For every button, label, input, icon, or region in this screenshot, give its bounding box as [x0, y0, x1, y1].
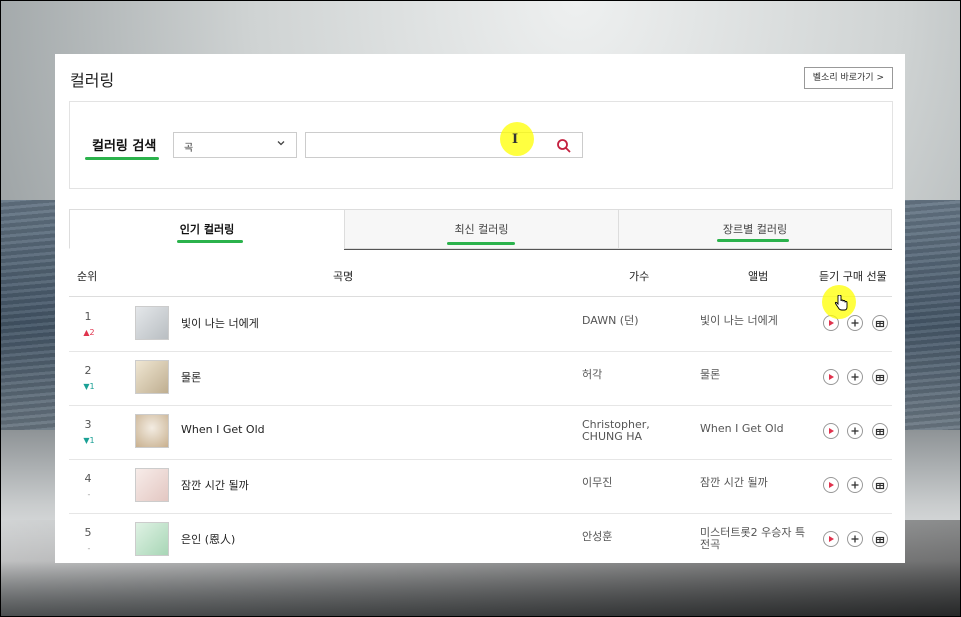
gift-button[interactable]: [872, 315, 888, 331]
chevron-down-icon: [277, 141, 285, 146]
col-actions: 듣기 구매 선물: [819, 270, 887, 283]
buy-button[interactable]: [847, 531, 863, 547]
song-title[interactable]: 물론: [181, 369, 201, 385]
gift-icon: [875, 428, 885, 436]
ringtone-shortcut-button[interactable]: 벨소리 바로가기 >: [803, 67, 893, 89]
table-header: 순위 곡명 가수 앨범 듣기 구매 선물: [69, 258, 892, 297]
artist-name[interactable]: 허각: [582, 369, 692, 381]
text-cursor-icon: I: [512, 132, 519, 147]
play-button[interactable]: [823, 369, 839, 385]
song-title[interactable]: 빛이 나는 너에게: [181, 315, 259, 331]
search-icon[interactable]: [556, 138, 572, 154]
table-row: 3 ▼1 When I Get Old Christopher, CHUNG H…: [69, 405, 892, 460]
album-name[interactable]: When I Get Old: [700, 423, 810, 435]
buy-button[interactable]: [847, 423, 863, 439]
gift-button[interactable]: [872, 477, 888, 493]
col-song: 곡명: [333, 270, 354, 283]
tab-latest-label: 최신 컬러링: [454, 223, 509, 236]
tab-divider: [344, 249, 892, 250]
buy-button[interactable]: [847, 477, 863, 493]
rank: 2: [84, 364, 92, 377]
play-button[interactable]: [823, 423, 839, 439]
col-artist: 가수: [629, 270, 650, 283]
tab-popular-label: 인기 컬러링: [179, 223, 235, 236]
hand-pointer-icon: [834, 295, 848, 311]
album-thumbnail[interactable]: [135, 522, 169, 556]
song-title[interactable]: 은인 (恩人): [181, 531, 235, 547]
rank-change: -: [87, 490, 91, 499]
gift-icon: [875, 320, 885, 328]
tab-bar: 인기 컬러링 최신 컬러링 장르별 컬러링: [69, 209, 892, 251]
coloring-panel: 컬러링 벨소리 바로가기 > 컬러링 검색 곡 인기 컬러링 최신 컬러링 장르…: [55, 54, 905, 563]
play-icon: [829, 374, 834, 380]
album-name[interactable]: 빛이 나는 너에게: [700, 315, 810, 327]
rank: 3: [84, 418, 92, 431]
rank-change: ▲2: [83, 328, 95, 337]
artist-name[interactable]: 안성훈: [582, 531, 692, 543]
gift-icon: [875, 374, 885, 382]
tab-genre-label: 장르별 컬러링: [722, 223, 788, 236]
highlight-underline: [177, 240, 243, 243]
play-icon: [829, 320, 834, 326]
gift-button[interactable]: [872, 423, 888, 439]
play-button[interactable]: [823, 477, 839, 493]
search-type-value: 곡: [184, 143, 194, 154]
artist-name[interactable]: DAWN (던): [582, 315, 692, 327]
rank: 5: [84, 526, 92, 539]
tab-popular[interactable]: 인기 컬러링: [69, 209, 345, 249]
search-input[interactable]: [305, 132, 583, 158]
album-thumbnail[interactable]: [135, 468, 169, 502]
gift-button[interactable]: [872, 369, 888, 385]
buy-button[interactable]: [847, 315, 863, 331]
col-album: 앨범: [748, 270, 769, 283]
play-icon: [829, 536, 834, 542]
play-icon: [829, 482, 834, 488]
plus-icon: [851, 427, 859, 435]
table-row: 5 - 은인 (恩人) 안성훈 미스터트롯2 우승자 특전곡: [69, 513, 892, 563]
highlight-underline: [85, 157, 159, 160]
table-row: 4 - 잠깐 시간 될까 이무진 잠깐 시간 될까: [69, 459, 892, 514]
album-name[interactable]: 물론: [700, 369, 810, 381]
search-area: 컬러링 검색 곡: [69, 101, 893, 189]
album-thumbnail[interactable]: [135, 306, 169, 340]
plus-icon: [851, 319, 859, 327]
col-rank: 순위: [77, 270, 98, 283]
page-title: 컬러링: [70, 71, 115, 90]
rank: 4: [84, 472, 92, 485]
plus-icon: [851, 535, 859, 543]
play-icon: [829, 428, 834, 434]
rank-change: ▼1: [83, 382, 95, 391]
search-type-select[interactable]: 곡: [173, 132, 297, 158]
artist-name[interactable]: Christopher, CHUNG HA: [582, 419, 692, 443]
artist-name[interactable]: 이무진: [582, 477, 692, 489]
gift-button[interactable]: [872, 531, 888, 547]
play-button[interactable]: [823, 531, 839, 547]
rank-change: ▼1: [83, 436, 95, 445]
tab-genre[interactable]: 장르별 컬러링: [618, 209, 892, 249]
table-row: 2 ▼1 물론 허각 물론: [69, 351, 892, 406]
plus-icon: [851, 373, 859, 381]
buy-button[interactable]: [847, 369, 863, 385]
album-thumbnail[interactable]: [135, 360, 169, 394]
gift-icon: [875, 536, 885, 544]
rank: 1: [84, 310, 92, 323]
table-row: 1 ▲2 빛이 나는 너에게 DAWN (던) 빛이 나는 너에게: [69, 297, 892, 352]
song-title[interactable]: 잠깐 시간 될까: [181, 477, 249, 493]
highlight-underline: [717, 239, 789, 242]
album-name[interactable]: 미스터트롯2 우승자 특전곡: [700, 527, 810, 551]
highlight-underline: [447, 242, 515, 245]
plus-icon: [851, 481, 859, 489]
album-name[interactable]: 잠깐 시간 될까: [700, 477, 810, 489]
song-title[interactable]: When I Get Old: [181, 423, 265, 436]
gift-icon: [875, 482, 885, 490]
search-label: 컬러링 검색: [92, 139, 157, 154]
album-thumbnail[interactable]: [135, 414, 169, 448]
rank-change: -: [87, 544, 91, 553]
